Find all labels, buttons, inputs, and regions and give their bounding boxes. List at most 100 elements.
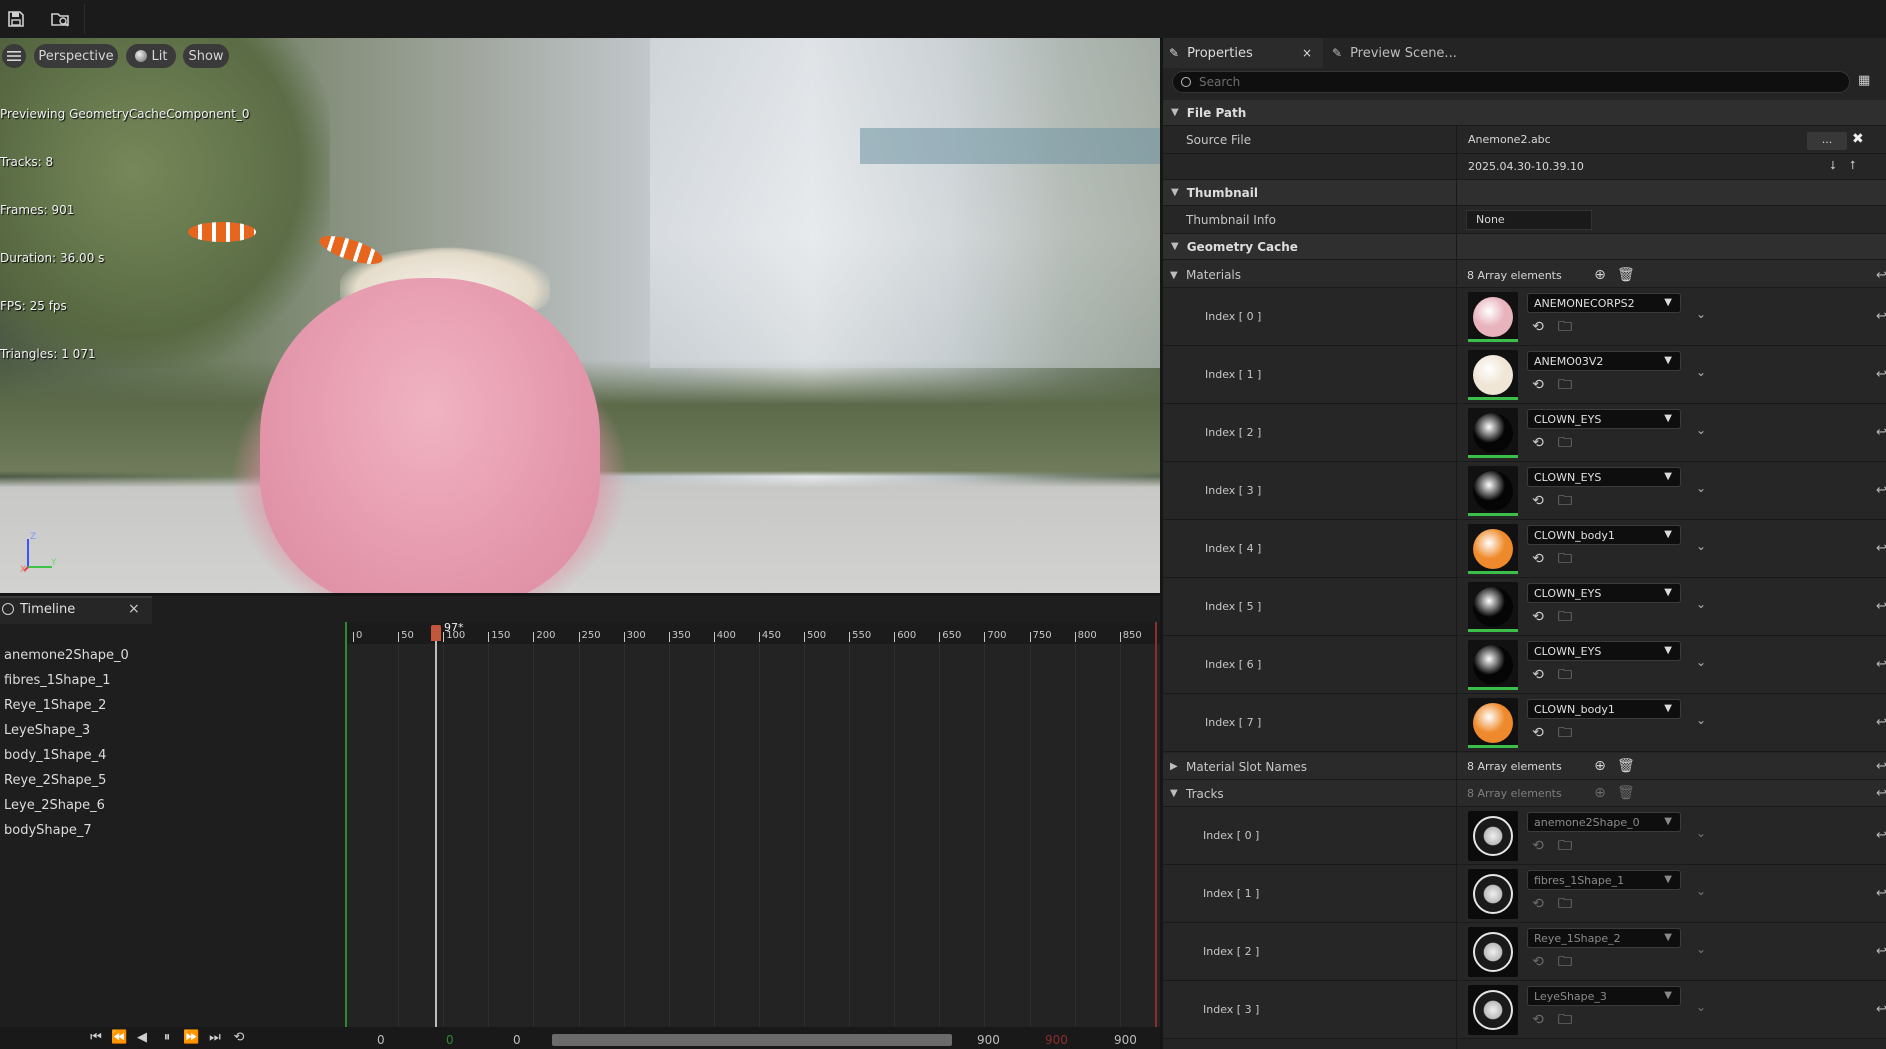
reset-icon[interactable]: ↩ <box>1876 657 1886 673</box>
material-select[interactable]: CLOWN_EYS ▼ <box>1527 583 1681 603</box>
geometry-cache-thumbnail[interactable] <box>1468 927 1518 977</box>
browse-folder-icon[interactable]: 🗀 <box>1557 896 1573 912</box>
perspective-button[interactable]: Perspective <box>34 44 118 68</box>
use-selected-icon[interactable]: ⟲ <box>1530 435 1546 451</box>
loop-icon[interactable]: ⟲ <box>231 1030 247 1046</box>
timeline-track[interactable]: anemone2Shape_0 <box>0 643 345 668</box>
browse-folder-icon[interactable]: 🗀 <box>1557 667 1573 683</box>
material-select[interactable]: CLOWN_body1 ▼ <box>1527 525 1681 545</box>
material-thumbnail[interactable] <box>1468 524 1518 574</box>
track-select[interactable]: Reye_1Shape_2 ▼ <box>1527 928 1681 948</box>
use-selected-icon[interactable]: ⟲ <box>1530 319 1546 335</box>
view-end[interactable]: 900 <box>977 1033 1000 1047</box>
jump-to-end-icon[interactable]: ⏭ <box>207 1030 223 1046</box>
use-selected-icon[interactable]: ⟲ <box>1530 725 1546 741</box>
expand-chevron-icon[interactable]: ⌄ <box>1693 999 1709 1015</box>
reset-icon[interactable]: ↩ <box>1876 886 1886 902</box>
jump-to-start-icon[interactable]: ⏮ <box>88 1030 104 1046</box>
save-icon[interactable] <box>2 5 30 33</box>
arrow-up-icon[interactable]: ⭡ <box>1850 158 1856 173</box>
section-file-path[interactable]: ▼ File Path <box>1163 100 1886 126</box>
chevron-down-icon[interactable]: ▼ <box>1170 788 1178 799</box>
browse-folder-icon[interactable]: 🗀 <box>1557 377 1573 393</box>
table-view-icon[interactable]: ▦ <box>1858 73 1874 89</box>
expand-chevron-icon[interactable]: ⌄ <box>1693 538 1709 554</box>
expand-chevron-icon[interactable]: ⌄ <box>1693 654 1709 670</box>
tab-timeline[interactable]: Timeline × <box>0 596 152 624</box>
arrow-down-icon[interactable]: ⭣ <box>1830 158 1836 173</box>
browse-file-button[interactable]: ... <box>1807 132 1847 150</box>
material-thumbnail[interactable] <box>1468 350 1518 400</box>
browse-folder-icon[interactable]: 🗀 <box>1557 609 1573 625</box>
viewport-menu-button[interactable] <box>2 44 26 68</box>
browse-asset-icon[interactable] <box>46 5 74 33</box>
material-select[interactable]: ANEMO03V2 ▼ <box>1527 351 1681 371</box>
playhead-line[interactable] <box>435 641 437 1027</box>
close-icon[interactable]: × <box>1302 38 1312 68</box>
playhead-handle[interactable] <box>431 625 441 641</box>
range-end-red[interactable]: 900 <box>1045 1033 1068 1047</box>
browse-folder-icon[interactable]: 🗀 <box>1557 838 1573 854</box>
chevron-right-icon[interactable]: ▶ <box>1170 761 1178 772</box>
browse-folder-icon[interactable]: 🗀 <box>1557 1012 1573 1028</box>
trash-icon[interactable]: 🗑 <box>1617 267 1635 283</box>
material-select[interactable]: CLOWN_EYS ▼ <box>1527 467 1681 487</box>
thumbnail-info-select[interactable]: None <box>1466 210 1592 230</box>
reset-icon[interactable]: ↩ <box>1876 599 1886 615</box>
reset-icon[interactable]: ↩ <box>1876 1002 1886 1018</box>
material-thumbnail[interactable] <box>1468 292 1518 342</box>
reset-icon[interactable]: ↩ <box>1876 944 1886 960</box>
lit-button[interactable]: Lit <box>126 44 176 68</box>
material-select[interactable]: CLOWN_EYS ▼ <box>1527 409 1681 429</box>
timeline-track[interactable]: LeyeShape_3 <box>0 718 345 743</box>
reset-icon[interactable]: ↩ <box>1876 541 1886 557</box>
preview-viewport[interactable]: Perspective Lit Show Previewing Geometry… <box>0 38 1160 593</box>
track-select[interactable]: fibres_1Shape_1 ▼ <box>1527 870 1681 890</box>
timeline-track[interactable]: Reye_2Shape_5 <box>0 768 345 793</box>
material-select[interactable]: CLOWN_EYS ▼ <box>1527 641 1681 661</box>
use-selected-icon[interactable]: ⟲ <box>1530 609 1546 625</box>
reset-icon[interactable]: ↩ <box>1876 715 1886 731</box>
timeline-track[interactable]: body_1Shape_4 <box>0 743 345 768</box>
close-icon[interactable]: × <box>128 601 140 617</box>
material-select[interactable]: CLOWN_body1 ▼ <box>1527 699 1681 719</box>
reset-icon[interactable]: ↩ <box>1876 309 1886 325</box>
material-thumbnail[interactable] <box>1468 698 1518 748</box>
reset-icon[interactable]: ↩ <box>1876 483 1886 499</box>
expand-chevron-icon[interactable]: ⌄ <box>1693 480 1709 496</box>
expand-chevron-icon[interactable]: ⌄ <box>1693 364 1709 380</box>
play-reverse-icon[interactable]: ◀ <box>134 1030 150 1046</box>
timeline-track[interactable]: Leye_2Shape_6 <box>0 793 345 818</box>
reset-icon[interactable]: ↩ <box>1876 759 1886 775</box>
step-forward-icon[interactable]: ⏩ <box>183 1030 199 1046</box>
use-selected-icon[interactable]: ⟲ <box>1530 667 1546 683</box>
section-geometry-cache[interactable]: ▼ Geometry Cache <box>1163 234 1886 260</box>
pause-icon[interactable]: ⏸ <box>159 1030 175 1046</box>
reset-icon[interactable]: ↩ <box>1876 268 1886 284</box>
use-selected-icon[interactable]: ⟲ <box>1530 377 1546 393</box>
section-thumbnail[interactable]: ▼ Thumbnail <box>1163 180 1886 206</box>
material-thumbnail[interactable] <box>1468 582 1518 632</box>
timeline-ruler[interactable]: 0 50 100 150 200 250 300 350 400 450 500 550 600 650 7… <box>345 622 1160 644</box>
timeline-track[interactable]: fibres_1Shape_1 <box>0 668 345 693</box>
timeline-scrollbar[interactable] <box>552 1034 952 1046</box>
expand-chevron-icon[interactable]: ⌄ <box>1693 883 1709 899</box>
add-element-icon[interactable]: ⊕ <box>1592 758 1608 774</box>
view-start[interactable]: 0 <box>513 1033 521 1047</box>
add-element-icon[interactable]: ⊕ <box>1592 267 1608 283</box>
show-button[interactable]: Show <box>183 44 229 68</box>
reset-icon[interactable]: ↩ <box>1876 786 1886 802</box>
geometry-cache-thumbnail[interactable] <box>1468 811 1518 861</box>
reset-icon[interactable]: ↩ <box>1876 828 1886 844</box>
expand-chevron-icon[interactable]: ⌄ <box>1693 422 1709 438</box>
geometry-cache-thumbnail[interactable] <box>1468 869 1518 919</box>
timeline-track-area[interactable] <box>345 622 1160 1027</box>
material-thumbnail[interactable] <box>1468 408 1518 458</box>
range-start[interactable]: 0 <box>377 1033 385 1047</box>
timeline-track[interactable]: bodyShape_7 <box>0 818 345 843</box>
browse-folder-icon[interactable]: 🗀 <box>1557 725 1573 741</box>
range-start-green[interactable]: 0 <box>446 1033 454 1047</box>
use-selected-icon[interactable]: ⟲ <box>1530 551 1546 567</box>
timeline-track[interactable]: Reye_1Shape_2 <box>0 693 345 718</box>
material-thumbnail[interactable] <box>1468 466 1518 516</box>
